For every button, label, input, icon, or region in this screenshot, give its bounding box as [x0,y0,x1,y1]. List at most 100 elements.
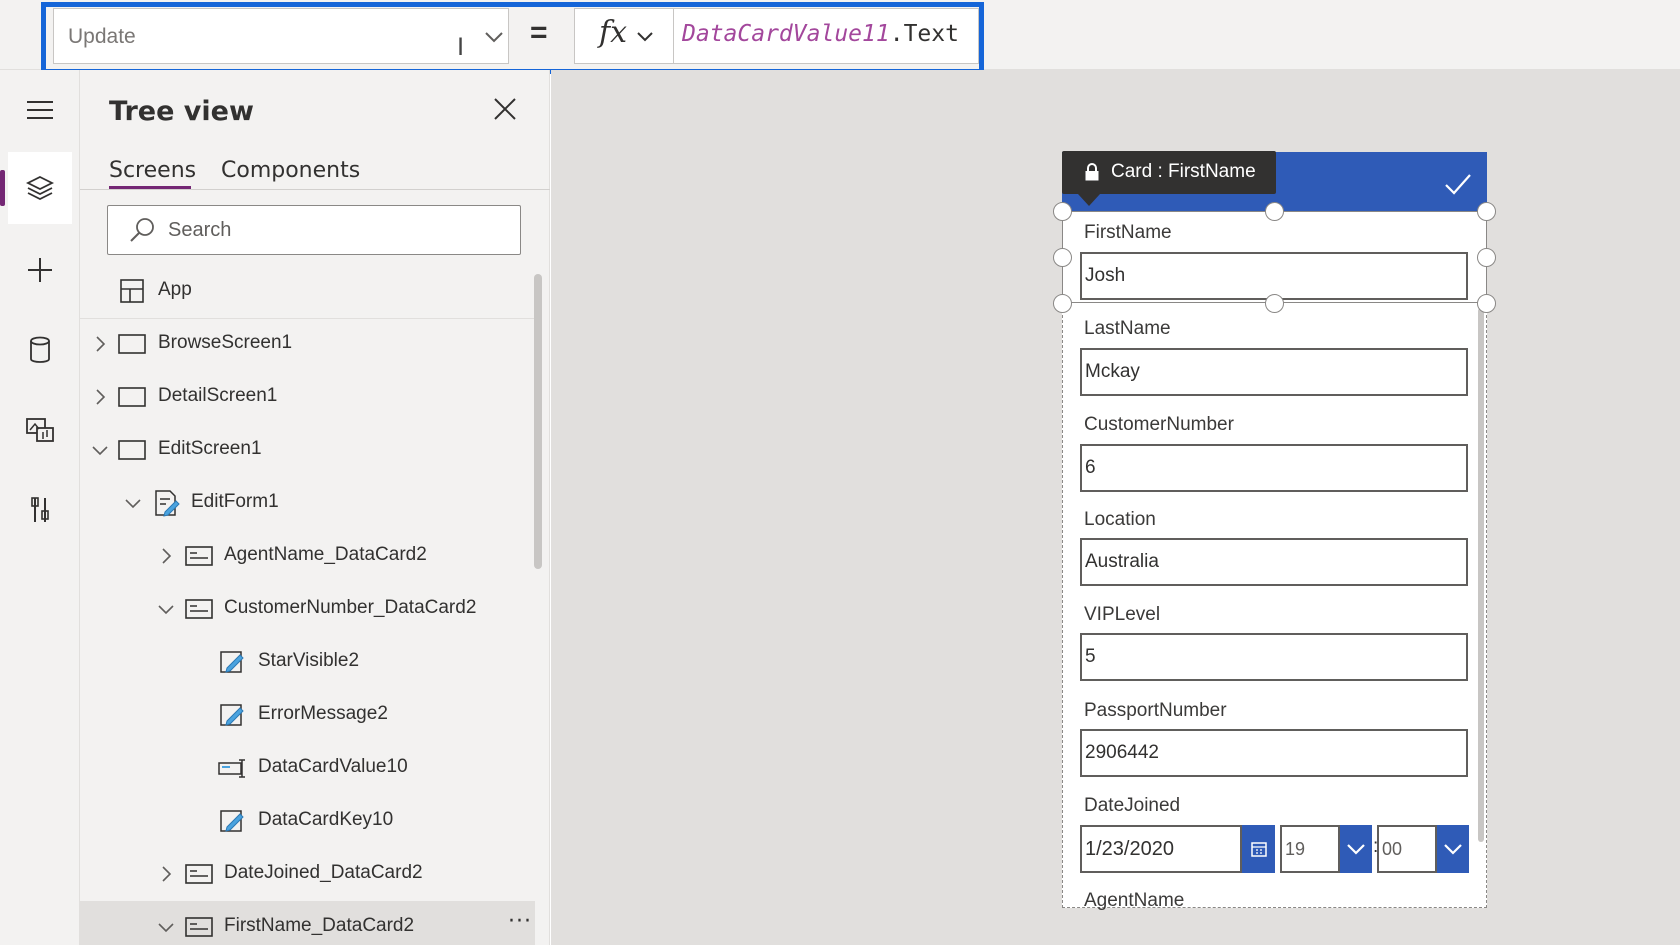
lastname-input[interactable]: Mckay [1080,348,1468,396]
label-edit-icon [220,651,244,673]
tooltip-tail [1078,194,1100,206]
tab-components[interactable]: Components [221,158,360,183]
resize-handle[interactable] [1477,248,1496,267]
tree-item-datejoined-datacard2[interactable]: DateJoined_DataCard2 [80,848,535,901]
plus-icon [28,258,52,282]
tree-item-editform1[interactable]: EditForm1 [80,477,535,530]
field-label-location: Location [1084,509,1156,530]
hamburger-menu-button[interactable] [8,74,72,146]
close-icon[interactable] [492,96,518,122]
passportnumber-input[interactable]: 2906442 [1080,729,1468,777]
tree-item-label: EditScreen1 [158,438,262,459]
card-icon [185,864,213,884]
media-button[interactable] [8,394,72,466]
viplevel-input[interactable]: 5 [1080,633,1468,681]
resize-handle[interactable] [1265,294,1284,313]
text-input-icon [218,759,245,778]
tree-item-label: App [158,279,192,300]
tree-view-pane: Tree view Screens Components App BrowseS… [80,70,550,945]
tooltip-label: Card : FirstName [1111,161,1256,182]
resize-handle[interactable] [1053,202,1072,221]
media-icon [26,418,54,442]
tools-icon [31,497,49,522]
tree-item-label: StarVisible2 [258,650,360,671]
tree-item-agentname-datacard2[interactable]: AgentName_DataCard2 [80,530,535,583]
chevron-right-icon[interactable] [157,865,175,883]
chevron-down-icon [1444,844,1462,855]
tree-item-datacardkey10[interactable]: DataCardKey10 [80,795,535,848]
formula-highlight-box [41,2,984,74]
minute-dropdown[interactable]: 00 [1377,825,1437,873]
lock-icon [1085,163,1099,181]
tree-item-customernumber-datacard2[interactable]: CustomerNumber_DataCard2 [80,583,535,636]
location-input[interactable]: Australia [1080,538,1468,586]
search-box[interactable] [107,205,521,255]
tree-item-label: DataCardValue10 [258,756,408,777]
tree-item-datacardvalue10[interactable]: DataCardValue10 [80,742,535,795]
pane-title: Tree view [109,96,254,127]
hamburger-icon [27,101,53,119]
tree-item-editscreen1[interactable]: EditScreen1 [80,424,535,477]
tree-item-starvisible2[interactable]: StarVisible2 [80,636,535,689]
field-label-datejoined: DateJoined [1084,795,1181,816]
card-icon [185,599,213,619]
more-options-icon[interactable]: ··· [508,909,532,934]
active-indicator [0,170,5,206]
field-label-customernumber: CustomerNumber [1084,414,1234,435]
tree-item-label: AgentName_DataCard2 [224,544,427,565]
card-tooltip: Card : FirstName [1062,151,1276,206]
resize-handle[interactable] [1265,202,1284,221]
hour-dropdown[interactable]: 19 [1280,825,1340,873]
tree-item-app[interactable]: App [80,265,535,318]
chevron-down-icon [1347,844,1365,855]
field-label-agentname: AgentName [1084,890,1185,911]
chevron-right-icon[interactable] [91,335,109,353]
insert-button[interactable] [8,234,72,306]
left-rail [0,70,80,945]
tree-item-firstname-datacard2[interactable]: FirstName_DataCard2 ··· [80,901,535,945]
checkmark-icon[interactable] [1443,170,1473,198]
label-edit-icon [220,704,244,726]
database-icon [30,336,50,363]
customernumber-input[interactable]: 6 [1080,444,1468,492]
advanced-tools-button[interactable] [8,474,72,546]
data-button[interactable] [8,314,72,386]
minute-dropdown-button[interactable] [1437,825,1469,873]
tree-item-label: CustomerNumber_DataCard2 [224,597,477,618]
layers-icon [25,175,55,201]
tree-item-label: DateJoined_DataCard2 [224,862,423,883]
label-edit-icon [220,810,244,832]
form-scrollbar[interactable] [1478,308,1484,842]
tree-item-detailscreen1[interactable]: DetailScreen1 [80,371,535,424]
chevron-down-icon[interactable] [124,494,142,512]
form-icon [155,490,180,517]
tree-item-label: DataCardKey10 [258,809,394,830]
search-icon [130,218,154,242]
divider [80,189,550,190]
hour-dropdown-button[interactable] [1340,825,1372,873]
resize-handle[interactable] [1053,248,1072,267]
field-label-viplevel: VIPLevel [1084,604,1161,625]
chevron-right-icon[interactable] [157,547,175,565]
card-icon [185,546,213,566]
scrollbar[interactable] [534,274,542,569]
tree-item-browsescreen1[interactable]: BrowseScreen1 [80,318,535,371]
chevron-down-icon[interactable] [157,918,175,936]
screen-icon [118,440,146,460]
calendar-icon [1250,842,1267,857]
calendar-button[interactable] [1242,825,1275,873]
chevron-down-icon[interactable] [91,441,109,459]
field-label-lastname: LastName [1084,318,1171,339]
resize-handle[interactable] [1477,202,1496,221]
chevron-right-icon[interactable] [91,388,109,406]
tree-item-label: BrowseScreen1 [158,332,293,353]
resize-handle[interactable] [1477,294,1496,313]
resize-handle[interactable] [1053,294,1072,313]
search-input[interactable] [168,206,508,254]
tree-view-button[interactable] [0,152,72,224]
datejoined-date-input[interactable]: 1/23/2020 [1080,825,1242,873]
chevron-down-icon[interactable] [157,600,175,618]
tree-item-errormessage2[interactable]: ErrorMessage2 [80,689,535,742]
app-icon [120,279,144,303]
tree-item-label: EditForm1 [191,491,279,512]
